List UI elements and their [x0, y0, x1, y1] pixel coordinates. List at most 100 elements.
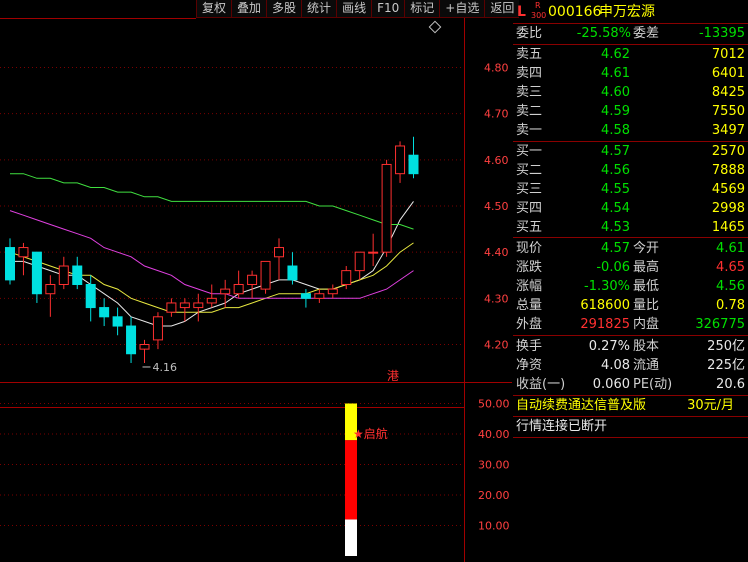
toolbar-button[interactable]: 统计	[301, 0, 337, 18]
candlestick	[18, 242, 29, 276]
ratio-value: -25.58%	[576, 26, 631, 41]
stock-code: 000166	[548, 4, 602, 20]
candlestick	[206, 284, 217, 308]
ask-label: 卖三	[516, 85, 543, 100]
toolbar-button[interactable]: 叠加	[231, 0, 267, 18]
bid-volume: 7888	[711, 163, 745, 178]
candlestick	[112, 307, 123, 336]
ask-volume: 8425	[711, 85, 745, 100]
ask-label: 卖一	[516, 123, 543, 138]
candlestick	[5, 238, 15, 285]
candlestick	[233, 270, 244, 299]
diff-label: 委差	[633, 26, 660, 41]
quote-value: -1.30%	[584, 279, 630, 294]
quote-value: 4.61	[716, 241, 745, 256]
bid-row[interactable]: 买五 4.53 1465	[513, 219, 748, 237]
fundamental-row: 净资 4.08 流通 225亿	[513, 357, 748, 375]
bid-volume: 4569	[711, 182, 745, 197]
ask-row[interactable]: 卖四 4.61 6401	[513, 65, 748, 83]
divider	[513, 23, 748, 24]
candlestick	[381, 159, 392, 257]
bid-price: 4.57	[601, 144, 630, 159]
candlestick	[274, 238, 284, 280]
badge-bottom: 300	[531, 11, 547, 20]
hk-marker[interactable]: 港	[387, 369, 399, 383]
candlestick	[368, 233, 379, 267]
bid-row[interactable]: 买三 4.55 4569	[513, 181, 748, 199]
ask-volume: 6401	[711, 66, 745, 81]
divider	[513, 141, 748, 142]
ask-row[interactable]: 卖五 4.62 7012	[513, 46, 748, 64]
quote-label: 涨幅	[516, 279, 543, 294]
bid-row[interactable]: 买四 4.54 2998	[513, 200, 748, 218]
badge-top: R	[535, 1, 541, 10]
candlestick	[179, 298, 190, 322]
ask-row[interactable]: 卖二 4.59 7550	[513, 103, 748, 121]
ask-price: 4.61	[601, 66, 630, 81]
ad-text[interactable]: 自动续费通达信普及版	[516, 397, 646, 415]
quote-value: 326775	[695, 317, 745, 332]
candlestick	[152, 312, 163, 350]
ratio-row: 委比 -25.58% 委差 -13395	[513, 25, 748, 43]
candlestick	[395, 141, 406, 183]
fundamental-value: 250亿	[707, 339, 745, 354]
divider	[513, 44, 748, 45]
toolbar-button[interactable]: 多股	[266, 0, 302, 18]
stock-header: L R 300 000166 申万宏源	[513, 1, 748, 22]
launch-annotation: ★启航	[353, 426, 388, 441]
bid-row[interactable]: 买一 4.57 2570	[513, 143, 748, 161]
quote-label: 外盘	[516, 317, 543, 332]
fundamental-value: 0.060	[592, 377, 630, 392]
quote-row: 外盘 291825 内盘 326775	[513, 316, 748, 334]
candlestick	[260, 260, 271, 294]
fundamental-label: PE(动)	[633, 377, 673, 392]
bid-label: 买二	[516, 163, 543, 178]
quote-row: 现价 4.57 今开 4.61	[513, 240, 748, 258]
diamond-icon[interactable]	[428, 20, 442, 34]
ad-price[interactable]: 30元/月	[687, 397, 734, 415]
bid-row[interactable]: 买二 4.56 7888	[513, 162, 748, 180]
kline-chart[interactable]: 4.80 4.70 4.60 4.50 4.40 4.30 4.20 4.16 港 50.00 40…	[0, 0, 512, 562]
fundamental-label: 收益(一)	[516, 377, 566, 392]
candlestick	[247, 270, 258, 299]
connection-status: 行情连接已断开	[516, 419, 608, 434]
y-tick-label: 4.70	[484, 108, 509, 121]
indicator-bar-segment	[345, 519, 357, 556]
ask-volume: 3497	[711, 123, 745, 138]
ad-row[interactable]: 自动续费通达信普及版 30元/月	[513, 397, 748, 415]
fundamental-row: 收益(一) 0.060 PE(动) 20.6	[513, 376, 748, 394]
bid-volume: 1465	[711, 220, 745, 235]
y-tick-label: 4.30	[484, 292, 509, 305]
ask-label: 卖四	[516, 66, 543, 81]
indicator-bar-segment	[345, 440, 357, 520]
divider	[513, 437, 748, 438]
low-annotation: 4.16	[153, 361, 178, 374]
status-row: 行情连接已断开	[513, 418, 748, 436]
chart-toolbar: 复权 叠加 多股 统计 画线 F10 标记 +自选 返回	[196, 0, 520, 18]
quote-panel: L R 300 000166 申万宏源 委比 -25.58% 委差 -13395…	[513, 0, 748, 562]
bid-label: 买四	[516, 201, 543, 216]
quote-value: 4.65	[716, 260, 745, 275]
toolbar-button[interactable]: 标记	[404, 0, 440, 18]
fundamental-value: 4.08	[601, 358, 630, 373]
ask-row[interactable]: 卖一 4.58 3497	[513, 122, 748, 140]
toolbar-button[interactable]: F10	[371, 0, 405, 18]
toolbar-button[interactable]: +自选	[439, 0, 485, 18]
bid-volume: 2998	[711, 201, 745, 216]
ask-price: 4.58	[601, 123, 630, 138]
quote-row: 涨幅 -1.30% 最低 4.56	[513, 278, 748, 296]
indicator-y-tick: 40.00	[478, 428, 510, 441]
toolbar-button[interactable]: 复权	[196, 0, 232, 18]
ma-line	[10, 173, 414, 230]
quote-value: 4.56	[716, 279, 745, 294]
quote-value: -0.06	[596, 260, 630, 275]
fundamental-label: 流通	[633, 358, 660, 373]
candlestick	[31, 251, 42, 303]
ask-row[interactable]: 卖三 4.60 8425	[513, 84, 748, 102]
toolbar-button[interactable]: 画线	[336, 0, 372, 18]
fundamental-value: 225亿	[707, 358, 745, 373]
divider	[513, 416, 748, 417]
candlestick	[99, 298, 110, 327]
fundamental-label: 净资	[516, 358, 543, 373]
quote-label: 现价	[516, 241, 543, 256]
